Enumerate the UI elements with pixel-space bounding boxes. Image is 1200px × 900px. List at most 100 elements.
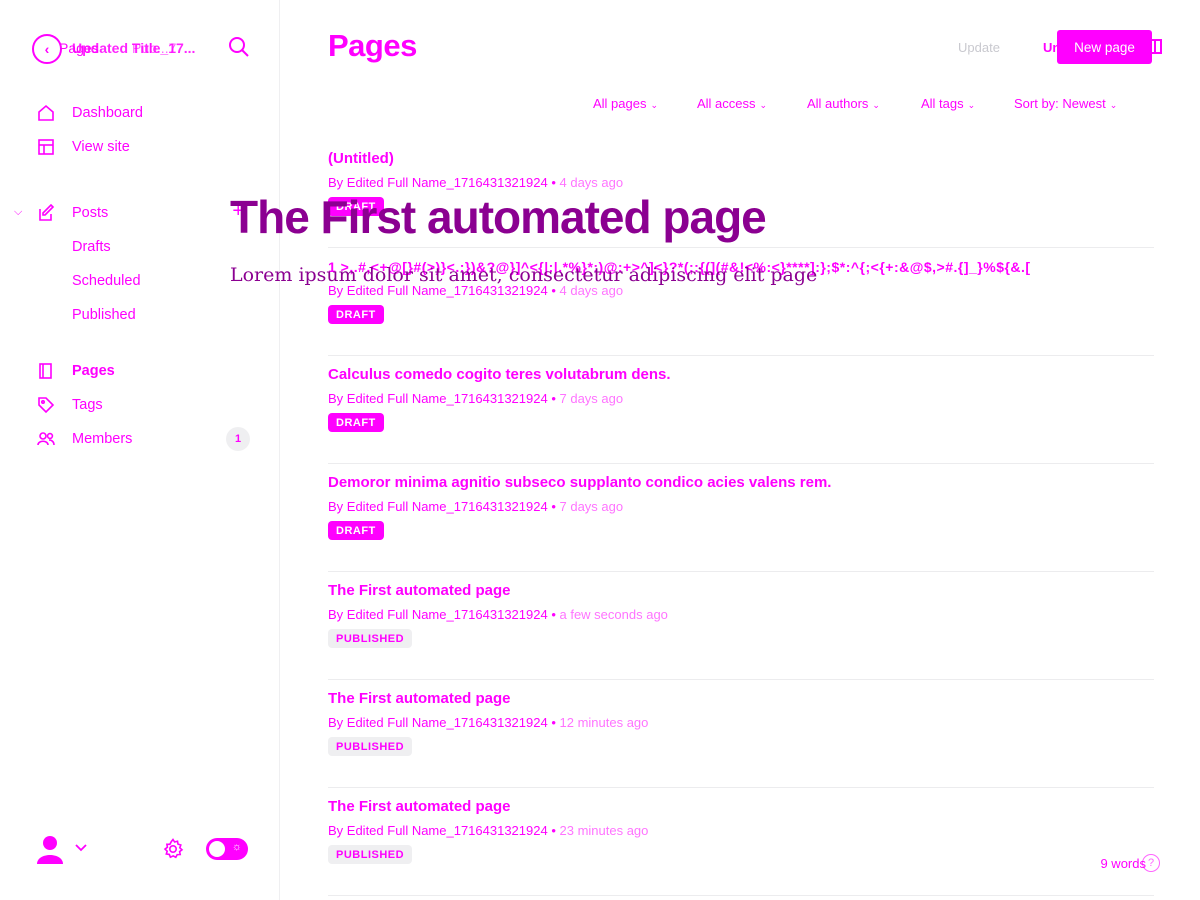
page-time: 4 days ago [559,175,624,190]
word-count: 9 words [1100,856,1146,871]
page-title-link[interactable]: The First automated page [328,582,511,599]
sidebar-item-drafts[interactable]: Drafts [36,230,256,264]
chevron-down-icon: ⌄ [1109,100,1118,110]
sidebar-footer: ☼ [36,834,252,868]
page-title-link[interactable]: The First automated page [328,798,511,815]
sidebar-panel-icon[interactable] [1149,39,1162,54]
editor-excerpt-overlay: Lorem ipsum dolor sit amet, consectetur … [230,264,818,286]
new-page-button[interactable]: New page [1057,30,1152,64]
chevron-down-icon[interactable]: ⌵ [14,206,22,219]
page-time: 7 days ago [559,499,624,514]
list-item[interactable]: The First automated page By Edited Full … [328,572,1154,680]
filter-label: All authors [807,96,869,111]
chevron-left-icon: ‹ [44,41,50,57]
filter-access[interactable]: All access ⌄ [697,96,767,111]
sidebar-item-label: Posts [72,205,109,221]
update-button[interactable]: Update [958,40,1000,55]
sidebar-item-published[interactable]: Published [36,298,256,332]
page-author: By Edited Full Name_1716431321924 [328,607,548,622]
list-item[interactable]: The First automated page By Edited Full … [328,788,1160,896]
breadcrumb-title-ghost: Pub...7 [132,40,177,56]
chevron-down-icon[interactable] [74,840,88,859]
chevron-down-icon: ⌄ [759,100,768,110]
editor-title-overlay: The First automated page [230,191,767,243]
toggle-knob [209,841,225,857]
sidebar-item-members[interactable]: Members 1 [36,422,256,456]
filter-label: All access [697,96,756,111]
status-badge: PUBLISHED [328,845,413,864]
list-item[interactable]: Demoror minima agnitio subseco supplanto… [328,464,1154,572]
sidebar-item-label: Published [72,307,136,323]
home-icon [36,103,56,123]
page-author: By Edited Full Name_1716431321924 [328,715,548,730]
sidebar-item-label: Tags [72,397,103,413]
page-meta: By Edited Full Name_1716431321924 • 12 m… [328,715,649,730]
page-author: By Edited Full Name_1716431321924 [328,823,548,838]
filter-tags[interactable]: All tags ⌄ [921,96,975,111]
sidebar-item-label: Members [72,431,133,447]
members-icon [36,429,56,449]
sidebar-item-label: View site [72,139,130,155]
theme-toggle[interactable]: ☼ [206,838,248,860]
filter-sort[interactable]: Sort by: Newest ⌄ [1014,96,1117,111]
sidebar-item-posts[interactable]: ⌵ Posts + [14,196,256,230]
page-time: a few seconds ago [559,607,668,622]
page-title-link[interactable]: (Untitled) [328,150,394,167]
status-badge: PUBLISHED [328,737,413,756]
members-count-badge: 1 [226,427,250,451]
page-title-link[interactable]: Calculus comedo cogito teres volutabrum … [328,366,671,383]
list-item[interactable]: Calculus comedo cogito teres volutabrum … [328,356,1154,464]
filter-label: Sort by: Newest [1014,96,1106,111]
posts-nav: ⌵ Posts + Drafts Scheduled Published [14,196,256,332]
page-meta: By Edited Full Name_1716431321924 • 7 da… [328,391,624,406]
status-badge: DRAFT [328,521,384,540]
filter-type[interactable]: All pages ⌄ [593,96,658,111]
page-title: Pages [328,28,417,63]
avatar[interactable] [36,834,64,866]
main-content: Pages Update Unpub New page All pages⌄ A… [280,0,1200,900]
secondary-nav: Pages Tags Members 1 [36,354,256,456]
sidebar-item-label: Scheduled [72,273,141,289]
list-item[interactable]: The First automated page By Edited Full … [328,680,1154,788]
filter-authors[interactable]: All authors ⌄ [807,96,880,111]
page-time: 23 minutes ago [559,823,649,838]
sidebar-item-view-site[interactable]: View site [36,130,256,164]
status-badge: PUBLISHED [328,629,413,648]
pages-list: (Untitled) By Edited Full Name_171643132… [328,140,1160,896]
page-time: 7 days ago [559,391,624,406]
status-badge: DRAFT [328,305,384,324]
page-time: 12 minutes ago [559,715,649,730]
page-meta: By Edited Full Name_1716431321924 • 23 m… [328,823,649,838]
page-author: By Edited Full Name_1716431321924 [328,499,548,514]
search-icon[interactable] [228,36,252,60]
gear-icon[interactable] [162,838,184,865]
page-meta: By Edited Full Name_1716431321924 • 7 da… [328,499,624,514]
sidebar-item-scheduled[interactable]: Scheduled [36,264,256,298]
back-button[interactable]: ‹ [32,34,62,64]
pencil-icon [36,203,56,223]
sidebar: ‹ Pages Updated Title_17... Pub...7 Dash… [0,0,280,900]
sun-icon: ☼ [231,841,242,853]
sidebar-item-label: Dashboard [72,105,143,121]
layout-icon [36,137,56,157]
filter-label: All tags [921,96,964,111]
sidebar-item-pages[interactable]: Pages [36,354,256,388]
editor-breadcrumb: ‹ Pages Updated Title_17... Pub...7 [32,32,252,64]
page-author: By Edited Full Name_1716431321924 [328,175,548,190]
page-author: By Edited Full Name_1716431321924 [328,391,548,406]
filter-label: All pages [593,96,647,111]
help-icon[interactable]: ? [1142,854,1160,872]
page-title-link[interactable]: Demoror minima agnitio subseco supplanto… [328,474,831,491]
tag-icon [36,395,56,415]
chevron-down-icon: ⌄ [872,100,880,110]
filter-bar: All pages ⌄ All access ⌄ All authors ⌄ All … [280,96,1200,114]
page-icon [36,361,56,381]
page-meta: By Edited Full Name_1716431321924 • 4 da… [328,175,624,190]
page-title-link[interactable]: The First automated page [328,690,511,707]
page-meta: By Edited Full Name_1716431321924 • a fe… [328,607,668,622]
sidebar-item-tags[interactable]: Tags [36,388,256,422]
sidebar-item-dashboard[interactable]: Dashboard [36,96,256,130]
sidebar-item-label: Drafts [72,239,111,255]
status-badge: DRAFT [328,413,384,432]
chevron-down-icon: ⌄ [650,100,659,110]
